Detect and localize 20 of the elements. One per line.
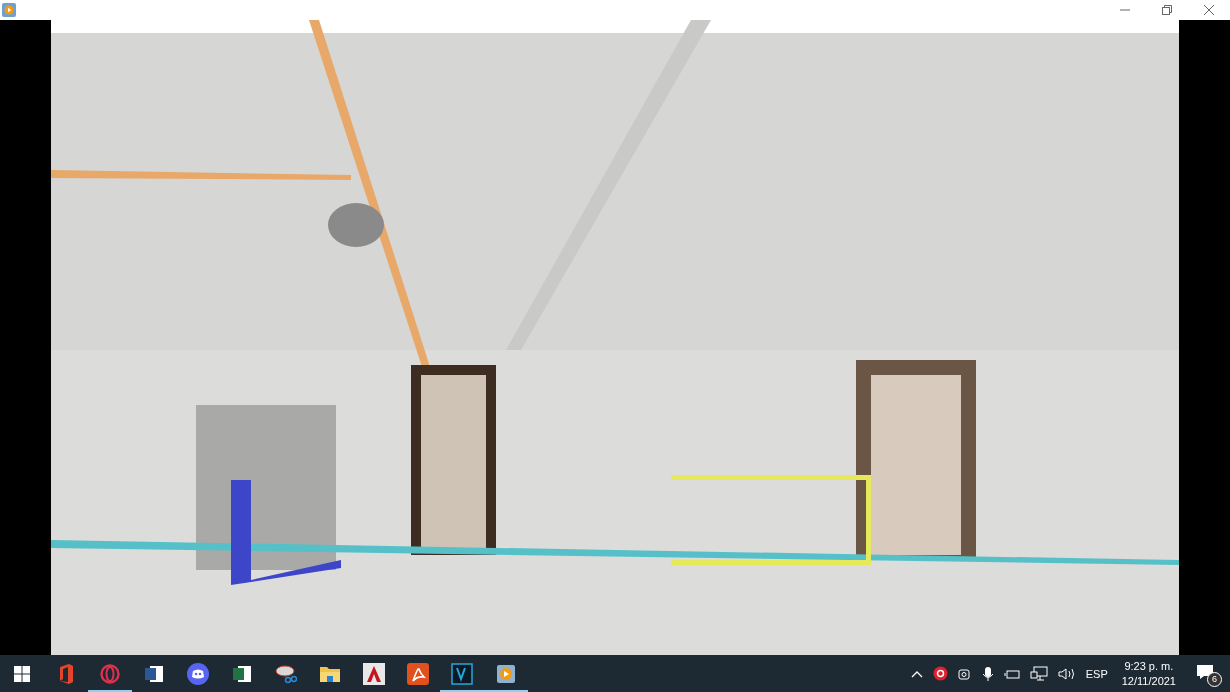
cad-app-icon	[363, 662, 385, 685]
message-icon	[1196, 663, 1214, 680]
document-app-icon	[144, 664, 164, 683]
scissors-icon	[275, 663, 297, 684]
chat-app-icon	[187, 662, 209, 685]
pdf-app-icon	[407, 662, 429, 685]
spreadsheet-app-icon	[232, 664, 252, 683]
notifications-button[interactable]: 6	[1188, 659, 1224, 688]
clock[interactable]: 9:23 p. m. 12/11/2021	[1115, 658, 1182, 689]
restore-icon	[1162, 5, 1172, 15]
windows-icon	[14, 665, 30, 682]
network-icon[interactable]	[1027, 666, 1050, 681]
close-icon	[1204, 5, 1214, 15]
video-editor-icon	[451, 662, 473, 685]
media-player-icon	[495, 663, 517, 684]
battery-icon[interactable]	[1001, 667, 1022, 680]
language-indicator[interactable]: ESP	[1083, 667, 1110, 680]
folder-icon	[319, 664, 341, 683]
office-icon	[57, 663, 75, 684]
opera-icon	[100, 663, 120, 684]
